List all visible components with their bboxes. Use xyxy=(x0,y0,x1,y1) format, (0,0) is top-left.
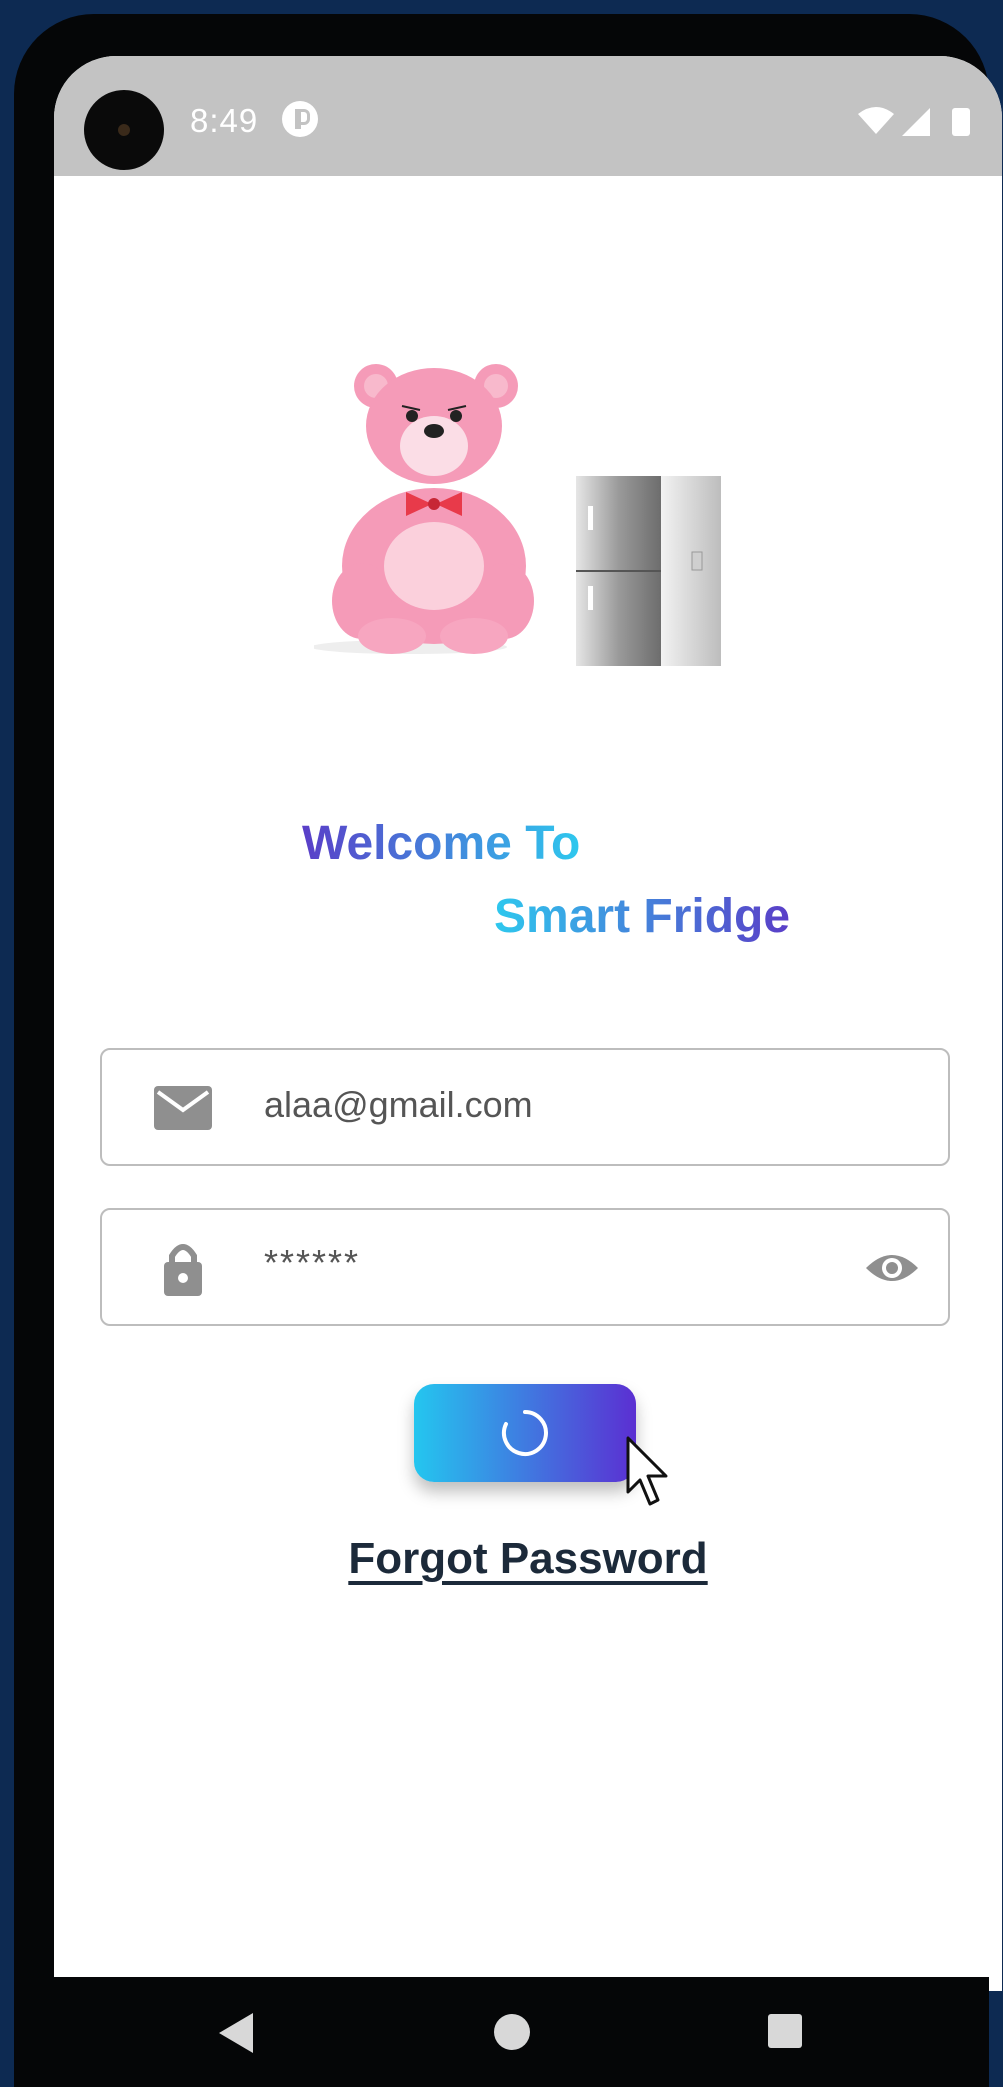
password-field[interactable]: ****** xyxy=(100,1208,950,1326)
password-value[interactable]: ****** xyxy=(264,1242,360,1284)
status-time: 8:49 xyxy=(190,102,259,139)
welcome-heading: Welcome To xyxy=(302,817,581,870)
app-name-heading: Smart Fridge xyxy=(494,890,791,943)
spinner-icon xyxy=(502,1410,548,1456)
system-status-icons xyxy=(858,107,970,136)
mail-icon xyxy=(154,1086,212,1130)
forgot-password-link[interactable]: Forgot Password xyxy=(54,1534,1002,1584)
email-field[interactable]: alaa@gmail.com xyxy=(100,1048,950,1166)
bear-and-fridge-illustration xyxy=(314,364,721,666)
recents-icon[interactable] xyxy=(768,2014,802,2048)
home-icon[interactable] xyxy=(494,2014,530,2050)
eye-icon[interactable] xyxy=(864,1248,920,1288)
phone-body: 8:49 Welcome To Smart Fridge alaa@gmail.… xyxy=(14,14,1002,2087)
app-screen: 8:49 Welcome To Smart Fridge alaa@gmail.… xyxy=(54,56,1002,1991)
login-button[interactable] xyxy=(414,1384,636,1482)
back-icon[interactable] xyxy=(219,2013,253,2053)
notification-icon xyxy=(282,101,318,137)
front-camera xyxy=(84,90,164,170)
status-bar: 8:49 xyxy=(54,56,1002,176)
signal-icon xyxy=(902,108,930,136)
navigation-bar xyxy=(14,1977,989,2087)
device-frame: 8:49 Welcome To Smart Fridge alaa@gmail.… xyxy=(0,0,1003,2087)
fridge-illustration xyxy=(576,476,721,666)
battery-icon xyxy=(952,108,970,136)
lock-icon xyxy=(164,1244,202,1296)
email-value[interactable]: alaa@gmail.com xyxy=(264,1084,533,1126)
pink-bear-illustration xyxy=(314,364,534,654)
wifi-icon xyxy=(858,107,894,134)
camera-lens xyxy=(118,124,130,136)
mouse-cursor-icon xyxy=(626,1436,668,1506)
